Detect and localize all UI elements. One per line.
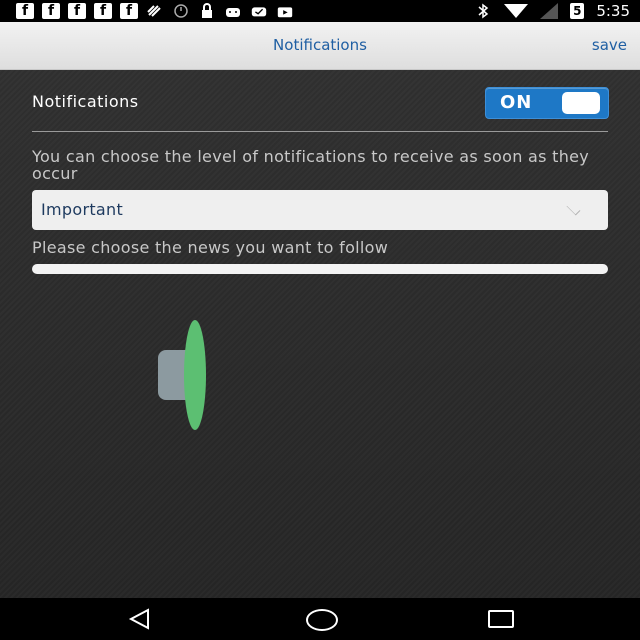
signal-icon [540,3,559,19]
play-store-icon [276,3,294,19]
facebook-icon: f [16,3,34,19]
facebook-icon: f [120,3,138,19]
wifi-icon [504,4,529,18]
bluetooth-icon [474,3,492,19]
android-icon [224,3,242,19]
page-title: Notifications [273,36,367,54]
recent-apps-icon[interactable] [488,610,514,628]
toggle-state-label: ON [500,92,533,113]
notification-level-value: Important [41,200,124,219]
news-prompt: Please choose the news you want to follo… [32,238,389,257]
navigation-bar [0,598,640,640]
spinner-back-shape [158,350,186,400]
spinner-front-shape [184,320,206,430]
news-list-field[interactable] [32,264,608,274]
loading-spinner [158,320,208,432]
satellite-icon [146,3,164,19]
status-bar: f f f f f 5 5:35 [0,0,640,22]
settings-panel: Notifications ON You can choose the leve… [0,70,640,598]
chevron-down-icon [566,201,581,216]
home-icon[interactable] [306,609,338,631]
back-icon[interactable] [128,608,152,630]
cloud-check-icon [250,3,268,19]
notifications-toggle[interactable]: ON [485,87,609,119]
system-icons: 5 5:35 [474,0,630,22]
notification-icons: f f f f f [16,3,294,19]
facebook-icon: f [42,3,60,19]
clock-icon [172,3,190,19]
facebook-icon: f [94,3,112,19]
toggle-knob [562,92,600,114]
battery-icon: 5 [570,3,585,19]
clock-time: 5:35 [596,2,630,20]
notification-level-description: You can choose the level of notification… [32,147,590,183]
save-button[interactable]: save [592,22,627,69]
divider [32,131,608,132]
lock-icon [198,3,216,19]
top-app-bar: Notifications save [0,22,640,70]
facebook-icon: f [68,3,86,19]
notifications-label: Notifications [32,92,139,111]
notification-level-select[interactable]: Important [32,190,608,230]
